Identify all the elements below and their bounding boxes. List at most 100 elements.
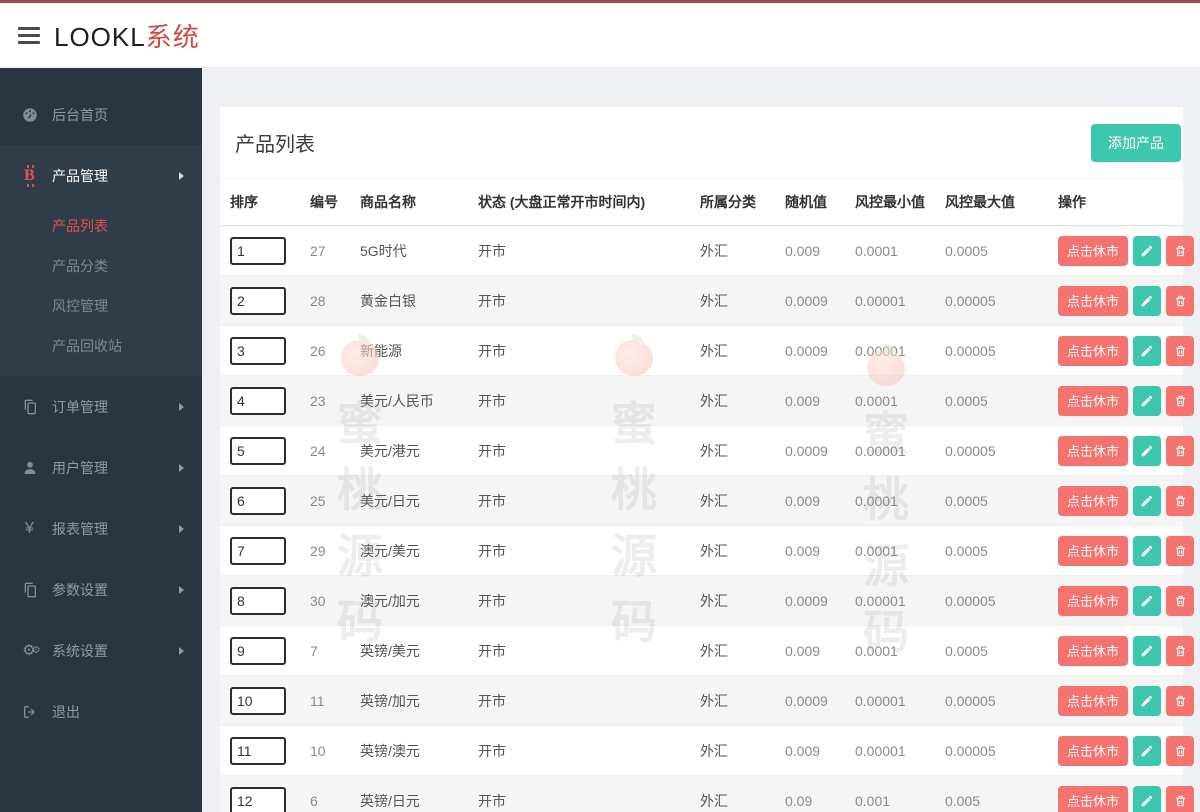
cell-sort bbox=[220, 375, 300, 426]
edit-button[interactable] bbox=[1133, 685, 1162, 716]
edit-button[interactable] bbox=[1133, 435, 1162, 466]
sort-input[interactable] bbox=[230, 436, 286, 465]
main-content: 产品列表 添加产品 排序 编号 商品名称 状态 (大盘正常开市时间内) 所属分类 随机值风… bbox=[202, 68, 1200, 812]
cell-random: 0.0009 bbox=[775, 575, 845, 626]
cell-actions: 点击休市 bbox=[1048, 725, 1195, 776]
delete-button[interactable] bbox=[1166, 535, 1195, 566]
edit-button[interactable] bbox=[1133, 585, 1162, 616]
pencil-icon bbox=[1140, 744, 1154, 758]
edit-button[interactable] bbox=[1133, 635, 1162, 666]
close-market-button[interactable]: 点击休市 bbox=[1058, 385, 1129, 416]
pencil-icon bbox=[1140, 244, 1154, 258]
close-market-button[interactable]: 点击休市 bbox=[1058, 285, 1129, 316]
table-row: 30 澳元/加元 开市 外汇 0.0009 0.00001 0.00005 点击… bbox=[220, 575, 1195, 626]
cell-actions: 点击休市 bbox=[1048, 475, 1195, 526]
sidebar-item-label: 系统设置 bbox=[52, 642, 108, 659]
sort-input[interactable] bbox=[230, 736, 286, 765]
sort-input[interactable] bbox=[230, 536, 286, 565]
delete-button[interactable] bbox=[1166, 585, 1195, 616]
trash-icon bbox=[1174, 544, 1187, 558]
close-market-button[interactable]: 点击休市 bbox=[1058, 435, 1129, 466]
delete-button[interactable] bbox=[1166, 735, 1195, 766]
cell-category: 外汇 bbox=[690, 375, 775, 426]
delete-button[interactable] bbox=[1166, 635, 1195, 666]
pencil-icon bbox=[1140, 644, 1154, 658]
close-market-button[interactable]: 点击休市 bbox=[1058, 735, 1129, 766]
sidebar-item-product-management[interactable]: B 产品管理 bbox=[0, 145, 202, 206]
trash-icon bbox=[1174, 644, 1187, 658]
edit-button[interactable] bbox=[1133, 335, 1162, 366]
cell-risk-min: 0.00001 bbox=[845, 325, 935, 376]
cell-id: 27 bbox=[300, 225, 350, 276]
delete-button[interactable] bbox=[1166, 235, 1195, 266]
column-header: 所属分类 bbox=[690, 178, 775, 226]
cell-status: 开市 bbox=[468, 625, 690, 676]
cell-sort bbox=[220, 725, 300, 776]
sidebar-subitem[interactable]: 产品列表 bbox=[0, 206, 202, 246]
cell-actions: 点击休市 bbox=[1048, 275, 1195, 326]
sidebar-item-reports[interactable]: ¥ 报表管理 bbox=[0, 498, 202, 559]
app-header: LOOKL系统 bbox=[0, 3, 1200, 68]
delete-button[interactable] bbox=[1166, 385, 1195, 416]
close-market-button[interactable]: 点击休市 bbox=[1058, 685, 1129, 716]
edit-button[interactable] bbox=[1133, 735, 1162, 766]
add-product-button[interactable]: 添加产品 bbox=[1091, 123, 1181, 162]
close-market-button[interactable]: 点击休市 bbox=[1058, 785, 1129, 812]
sort-input[interactable] bbox=[230, 236, 286, 265]
cell-risk-max: 0.00005 bbox=[935, 275, 1048, 326]
delete-button[interactable] bbox=[1166, 335, 1195, 366]
sort-input[interactable] bbox=[230, 486, 286, 515]
sidebar-item-label: 订单管理 bbox=[52, 398, 108, 415]
edit-button[interactable] bbox=[1133, 285, 1162, 316]
page-title: 产品列表 bbox=[235, 134, 315, 156]
sidebar-item-system-settings[interactable]: ⚙ ⚙ 系统设置 bbox=[0, 620, 202, 681]
edit-button[interactable] bbox=[1133, 535, 1162, 566]
cell-id: 24 bbox=[300, 425, 350, 476]
delete-button[interactable] bbox=[1166, 435, 1195, 466]
sort-input[interactable] bbox=[230, 786, 286, 812]
pencil-icon bbox=[1140, 544, 1154, 558]
cell-status: 开市 bbox=[468, 325, 690, 376]
close-market-button[interactable]: 点击休市 bbox=[1058, 485, 1129, 516]
edit-button[interactable] bbox=[1133, 485, 1162, 516]
sidebar-item-orders[interactable]: 订单管理 bbox=[0, 376, 202, 437]
cell-category: 外汇 bbox=[690, 775, 775, 812]
sort-input[interactable] bbox=[230, 636, 286, 665]
sidebar-subitem[interactable]: 风控管理 bbox=[0, 286, 202, 326]
chevron-right-icon bbox=[179, 171, 184, 180]
sidebar-item-dashboard[interactable]: 后台首页 bbox=[0, 84, 202, 145]
cell-sort bbox=[220, 275, 300, 326]
delete-button[interactable] bbox=[1166, 485, 1195, 516]
sidebar-subitem[interactable]: 产品回收站 bbox=[0, 326, 202, 366]
sort-input[interactable] bbox=[230, 286, 286, 315]
edit-button[interactable] bbox=[1133, 235, 1162, 266]
yen-icon: ¥ bbox=[25, 519, 34, 537]
delete-button[interactable] bbox=[1166, 285, 1195, 316]
sidebar-item-label: 用户管理 bbox=[52, 459, 108, 476]
trash-icon bbox=[1174, 394, 1187, 408]
table-row: 24 美元/港元 开市 外汇 0.0009 0.00001 0.00005 点击… bbox=[220, 425, 1195, 476]
sort-input[interactable] bbox=[230, 686, 286, 715]
sidebar-item-users[interactable]: 用户管理 bbox=[0, 437, 202, 498]
close-market-button[interactable]: 点击休市 bbox=[1058, 535, 1129, 566]
sort-input[interactable] bbox=[230, 586, 286, 615]
delete-button[interactable] bbox=[1166, 685, 1195, 716]
close-market-button[interactable]: 点击休市 bbox=[1058, 635, 1129, 666]
close-market-button[interactable]: 点击休市 bbox=[1058, 335, 1129, 366]
edit-button[interactable] bbox=[1133, 785, 1162, 812]
hamburger-menu-icon[interactable] bbox=[18, 23, 40, 48]
cell-name: 5G时代 bbox=[350, 225, 468, 276]
cell-actions: 点击休市 bbox=[1048, 375, 1195, 426]
cell-random: 0.0009 bbox=[775, 275, 845, 326]
close-market-button[interactable]: 点击休市 bbox=[1058, 235, 1129, 266]
sort-input[interactable] bbox=[230, 336, 286, 365]
edit-button[interactable] bbox=[1133, 385, 1162, 416]
delete-button[interactable] bbox=[1166, 785, 1195, 812]
close-market-button[interactable]: 点击休市 bbox=[1058, 585, 1129, 616]
sort-input[interactable] bbox=[230, 386, 286, 415]
sidebar-item-parameters[interactable]: 参数设置 bbox=[0, 559, 202, 620]
sidebar-item-logout[interactable]: 退出 bbox=[0, 681, 202, 742]
sidebar-subitem[interactable]: 产品分类 bbox=[0, 246, 202, 286]
cell-risk-min: 0.0001 bbox=[845, 375, 935, 426]
cell-status: 开市 bbox=[468, 225, 690, 276]
